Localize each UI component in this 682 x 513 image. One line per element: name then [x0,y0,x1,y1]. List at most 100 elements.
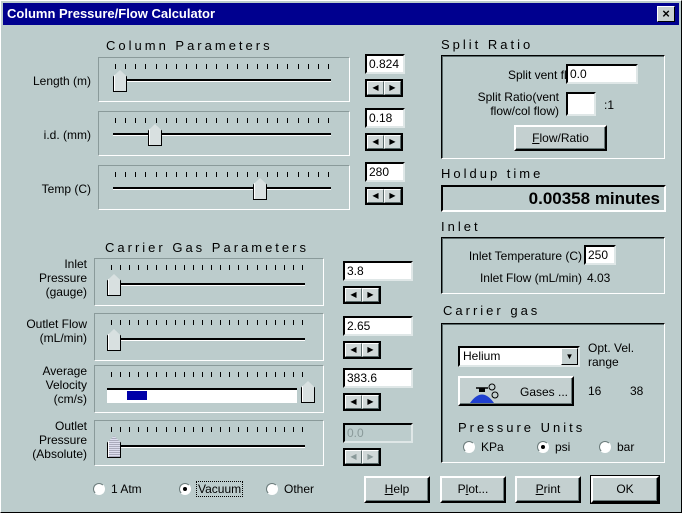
slider-ticks [111,265,303,271]
split-ratio-input[interactable] [566,92,596,116]
arrow-left-icon[interactable]: ◀ [367,189,384,203]
arrow-right-icon[interactable]: ▶ [362,343,379,357]
gas-spin-buttons[interactable]: ◀ ▶ [343,393,381,411]
pressure-unit-bar[interactable]: bar [599,440,634,454]
arrow-left-icon[interactable]: ◀ [345,343,362,357]
slider-thumb[interactable] [107,274,121,296]
opt-vel-min: 16 [588,384,602,398]
slider-thumb[interactable] [301,381,315,403]
holdup-time-title: Holdup time [441,166,544,181]
slider-ticks [111,320,303,326]
gas-spin-buttons[interactable]: ◀ ▶ [343,341,381,359]
arrow-right-icon[interactable]: ▶ [362,288,379,302]
gas-value-input[interactable]: 383.6 [343,368,413,388]
radio-indicator[interactable] [463,441,475,453]
slider-thumb[interactable] [107,329,121,351]
column-value-input[interactable]: 280 [365,162,405,182]
slider-thumb [107,436,121,458]
gas-select[interactable]: Helium ▼ [458,346,580,367]
opt-vel-label-line1: Opt. Vel. [588,341,635,355]
outlet-radio-vacuum[interactable]: Vacuum [179,481,244,497]
column-value-input[interactable]: 0.824 [365,54,405,74]
arrow-left-icon[interactable]: ◀ [367,81,384,95]
column-slider-0[interactable] [98,57,350,102]
arrow-left-icon[interactable]: ◀ [345,288,362,302]
arrow-right-icon[interactable]: ▶ [384,81,401,95]
slider-ticks [115,118,329,124]
split-vent-flow-label: Split vent flow [507,68,582,82]
ok-button[interactable]: OK [590,475,660,504]
slider-rail [113,133,331,136]
column-spin-buttons[interactable]: ◀ ▶ [365,187,403,205]
column-slider-1[interactable] [98,111,350,156]
gas-slider-label-line: Outlet [54,419,87,433]
title-bar: Column Pressure/Flow Calculator × [3,3,679,25]
gas-slider-label-line: Pressure [38,433,87,447]
radio-label: 1 Atm [111,482,142,496]
split-ratio-label-line2: flow/col flow) [490,104,559,118]
gas-slider-0[interactable] [94,258,324,306]
radio-label: bar [617,440,635,454]
pressure-unit-kpa[interactable]: KPa [463,440,504,454]
help-button[interactable]: Help [364,476,430,503]
flow-ratio-button[interactable]: Flow/Ratio [514,125,607,151]
radio-indicator[interactable] [537,441,549,453]
plot-button[interactable]: Plot... [440,476,506,503]
arrow-right-icon[interactable]: ▶ [384,189,401,203]
arrow-right-icon[interactable]: ▶ [384,135,401,149]
radio-indicator[interactable] [93,483,105,495]
gas-slider-label: Outlet Flow (mL/min) [5,317,87,345]
slider-thumb[interactable] [113,70,127,92]
column-value-input[interactable]: 0.18 [365,108,405,128]
slider-thumb[interactable] [253,178,268,200]
split-vent-flow-input[interactable]: 0.0 [566,64,638,84]
slider-rail [109,283,305,286]
gas-value-input: 0.0 [343,423,413,443]
gas-slider-1[interactable] [94,313,324,361]
slider-thumb[interactable] [148,124,163,146]
close-icon: × [662,6,670,21]
print-rest: rint [543,482,561,496]
gas-cylinder-icon [470,383,499,403]
gas-value-input[interactable]: 3.8 [343,261,413,281]
column-spin-buttons[interactable]: ◀ ▶ [365,133,403,151]
radio-indicator[interactable] [179,483,191,495]
split-ratio-label: Split Ratio(vent flow/col flow) [452,90,559,118]
gas-spin-buttons[interactable]: ◀ ▶ [343,286,381,304]
pressure-unit-psi[interactable]: psi [537,440,570,454]
gas-slider-2[interactable] [94,365,324,413]
inlet-temperature-input[interactable]: 250 [584,245,616,265]
arrow-left-icon[interactable]: ◀ [367,135,384,149]
gases-button[interactable]: Gases ... [458,376,574,406]
outlet-radio-1-atm[interactable]: 1 Atm [93,482,142,496]
help-rest: elp [393,482,410,496]
split-ratio-title: Split Ratio [441,37,534,52]
radio-label: KPa [481,440,504,454]
column-spin-buttons[interactable]: ◀ ▶ [365,79,403,97]
gas-slider-label-line: (gauge) [45,285,87,299]
gas-value-input[interactable]: 2.65 [343,316,413,336]
inlet-group: Inlet Temperature (C) 250 Inlet Flow (mL… [441,237,665,294]
column-slider-2[interactable] [98,165,350,210]
column-slider-label: Length (m) [32,74,91,88]
close-button[interactable]: × [657,6,675,22]
arrow-left-icon[interactable]: ◀ [345,395,362,409]
gas-slider-label: Inlet Pressure (gauge) [5,257,87,299]
split-ratio-suffix: :1 [604,98,615,112]
arrow-right-icon[interactable]: ▶ [362,395,379,409]
print-mnemonic: P [535,482,544,496]
print-button[interactable]: Print [515,476,581,503]
radio-indicator[interactable] [599,441,611,453]
flow-ratio-rest: low/Ratio [539,131,589,145]
opt-vel-label: Opt. Vel. range [588,341,634,369]
radio-indicator[interactable] [266,483,278,495]
inlet-temperature-label: Inlet Temperature (C) [468,249,582,263]
gas-slider-label-line: Pressure [38,271,87,285]
gas-slider-label-line: Outlet Flow [26,317,87,331]
radio-label: Other [284,482,315,496]
outlet-radio-other[interactable]: Other [266,482,314,496]
inlet-flow-label: Inlet Flow (mL/min) [479,271,582,285]
chevron-down-icon[interactable]: ▼ [561,348,578,365]
opt-vel-label-line2: range [588,355,619,369]
gas-slider-3 [94,420,324,466]
